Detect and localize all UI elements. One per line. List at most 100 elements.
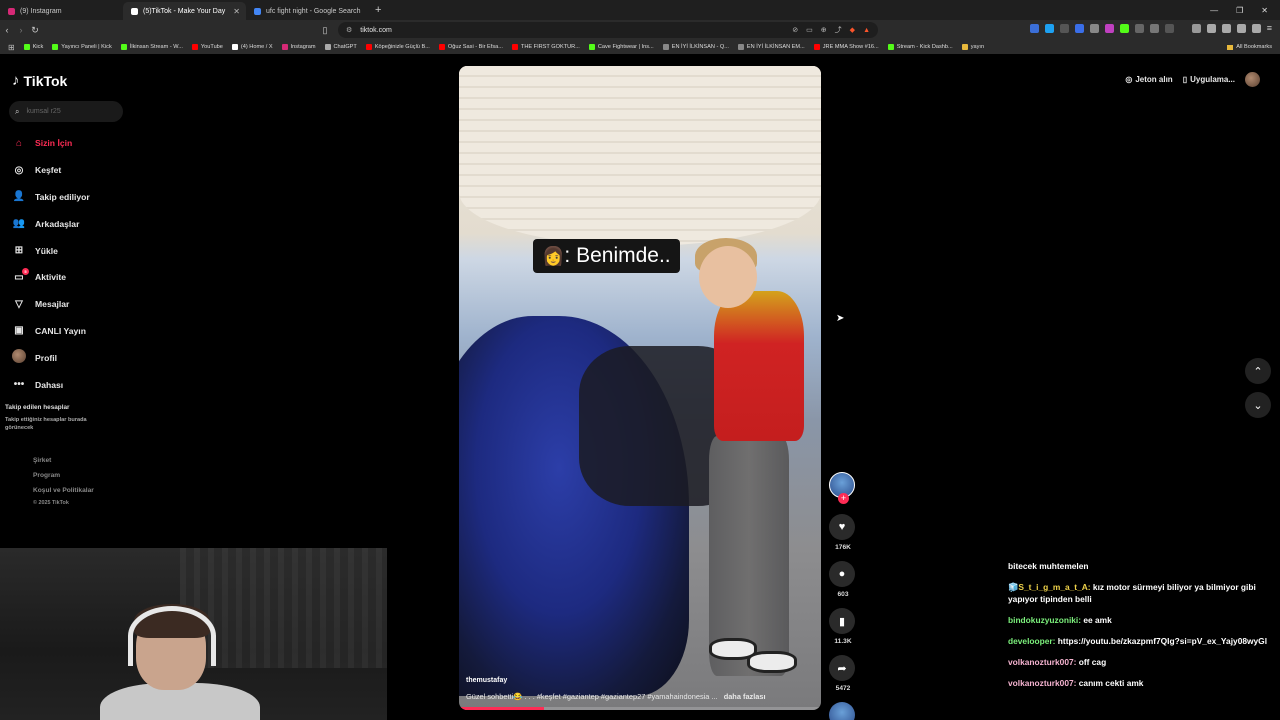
- back-icon[interactable]: ‹: [0, 25, 14, 35]
- comment-button[interactable]: ●: [829, 561, 855, 587]
- site-info-icon[interactable]: ⚙: [346, 26, 352, 34]
- bookmark-item[interactable]: Oğuz Sasi - Bir Efsa...: [438, 44, 503, 50]
- forward-icon[interactable]: ›: [14, 25, 28, 35]
- footer-link-program[interactable]: Program: [33, 468, 94, 483]
- sidebar-item-label: CANLI Yayın: [35, 325, 86, 336]
- get-coins-label: Jeton alın: [1135, 75, 1173, 84]
- share-button[interactable]: ➦: [829, 655, 855, 681]
- extension-icon[interactable]: [1029, 23, 1039, 33]
- chevron-up-icon: ⌃: [1253, 365, 1263, 378]
- bookmark-item[interactable]: JRE MMA Show #16...: [813, 44, 879, 50]
- minimize-icon[interactable]: —: [1210, 6, 1218, 15]
- close-window-icon[interactable]: ✕: [1261, 6, 1268, 15]
- bookmark-item[interactable]: THE FIRST GOKTUR...: [511, 44, 580, 50]
- reload-icon[interactable]: ↻: [28, 25, 42, 36]
- bookmark-item[interactable]: Köpeğinizle Güçlü B...: [365, 44, 430, 50]
- previous-video-button[interactable]: ⌃: [1245, 358, 1271, 384]
- sidebar-item-dahası[interactable]: ••• Dahası: [12, 371, 127, 398]
- bookmark-favicon-icon: [511, 44, 518, 50]
- get-app-button[interactable]: ▯ Uygulama...: [1183, 75, 1235, 84]
- sidebar-item-aktivite[interactable]: ▭ 5 Aktivite: [12, 264, 127, 291]
- sidebar-item-keşfet[interactable]: ◎ Keşfet: [12, 157, 127, 184]
- next-video-button[interactable]: ⌄: [1245, 392, 1271, 418]
- browser-tab[interactable]: (5)TikTok - Make Your Day ✕: [123, 2, 246, 20]
- sidebar-item-canli-yayın[interactable]: ▣ CANLI Yayın: [12, 318, 127, 345]
- bookmark-favicon-icon: [662, 44, 669, 50]
- bookmark-item[interactable]: YouTube: [191, 44, 223, 50]
- bookmark-page-icon[interactable]: ▯: [318, 25, 332, 36]
- tiktok-logo[interactable]: ♪ TikTok: [12, 72, 67, 89]
- chat-username: volkanozturk007:: [1008, 678, 1077, 688]
- share-icon[interactable]: ⤴: [835, 25, 842, 35]
- extension-icon[interactable]: [1104, 23, 1114, 33]
- app-icon: ▯: [1182, 75, 1188, 84]
- video-player[interactable]: 👩 : Benimde.. themustafay Güzel sohbetti…: [459, 66, 821, 710]
- bookmark-item[interactable]: Stream - Kick Dashb...: [887, 44, 953, 50]
- brave-shield-icon[interactable]: ◆: [850, 26, 855, 34]
- author-avatar[interactable]: +: [829, 472, 855, 504]
- bookmark-item[interactable]: Yayıncı Paneli | Kick: [52, 44, 112, 50]
- url-field[interactable]: ⚙ tiktok.com ⊘ ▭ ⊕ ⤴ ◆ ▲: [338, 22, 878, 38]
- like-button[interactable]: ♥: [829, 514, 855, 540]
- bookmark-item[interactable]: Cave Fightwear | Ins...: [588, 44, 654, 50]
- bookmark-favicon-icon: [23, 44, 30, 50]
- leo-icon[interactable]: [1236, 23, 1246, 33]
- video-author[interactable]: themustafay: [466, 677, 507, 684]
- extension-icon[interactable]: [1059, 23, 1069, 33]
- bookmark-item[interactable]: ChatGPT: [324, 44, 357, 50]
- brave-rewards-icon[interactable]: ▲: [863, 27, 870, 34]
- sound-disc[interactable]: [829, 702, 855, 720]
- video-progress-bar[interactable]: [459, 707, 821, 710]
- cast-icon[interactable]: ⊘: [792, 26, 798, 34]
- sidebar-item-label: Arkadaşlar: [35, 218, 80, 229]
- top-right-actions: ◎ Jeton alın ▯ Uygulama...: [1125, 72, 1260, 87]
- bookmark-item[interactable]: Kick: [23, 44, 43, 50]
- zoom-icon[interactable]: ⊕: [821, 26, 827, 34]
- restore-icon[interactable]: ❐: [1236, 6, 1243, 15]
- media-icon[interactable]: [1191, 23, 1201, 33]
- wallet-icon[interactable]: [1221, 23, 1231, 33]
- sidebar-icon[interactable]: [1206, 23, 1216, 33]
- extension-icon[interactable]: [1044, 23, 1054, 33]
- footer-link-company[interactable]: Şirket: [33, 453, 94, 468]
- sidebar-item-label: Takip ediliyor: [35, 191, 90, 202]
- sidebar-item-takip-ediliyor[interactable]: 👤 Takip ediliyor: [12, 184, 127, 211]
- bookmark-item[interactable]: EN İYİ İLKİNSAN EM...: [737, 44, 805, 50]
- more-button[interactable]: daha fazlası: [724, 692, 766, 701]
- all-bookmarks-button[interactable]: All Bookmarks: [1227, 40, 1272, 54]
- footer-link-terms[interactable]: Koşul ve Politikalar: [33, 483, 94, 498]
- bookmark-item[interactable]: Instagram: [281, 44, 316, 50]
- follow-plus-icon[interactable]: +: [838, 493, 849, 504]
- menu-icon[interactable]: ≡: [1267, 23, 1272, 33]
- screenshot-icon[interactable]: ▭: [806, 26, 813, 34]
- bookmark-item[interactable]: İlkinsan Stream - W...: [120, 44, 183, 50]
- bookmark-label: Yayıncı Paneli | Kick: [61, 44, 112, 50]
- apps-icon[interactable]: ⊞: [8, 43, 15, 52]
- get-app-label: Uygulama...: [1190, 75, 1235, 84]
- browser-tab[interactable]: (9) Instagram: [0, 2, 123, 20]
- new-tab-button[interactable]: +: [375, 4, 381, 16]
- video-progress-fill: [459, 707, 545, 710]
- extension-icon[interactable]: [1074, 23, 1084, 33]
- sidebar-item-mesajlar[interactable]: ▽ Mesajlar: [12, 291, 127, 318]
- bookmark-item[interactable]: yayın: [961, 44, 984, 50]
- sidebar-item-arkadaşlar[interactable]: 👥 Arkadaşlar: [12, 210, 127, 237]
- close-tab-icon[interactable]: ✕: [233, 7, 240, 16]
- browser-tab[interactable]: ufc fight night - Google Search: [246, 2, 369, 20]
- extension-icon[interactable]: [1149, 23, 1159, 33]
- extension-icon[interactable]: [1119, 23, 1129, 33]
- sidebar-item-yükle[interactable]: ⊞ Yükle: [12, 237, 127, 264]
- vpn-icon[interactable]: [1251, 23, 1261, 33]
- user-avatar[interactable]: [1245, 72, 1260, 87]
- sidebar-item-profil[interactable]: Profil: [12, 344, 127, 371]
- save-button[interactable]: ▮: [829, 608, 855, 634]
- sidebar-item-sizin-i-çin[interactable]: ⌂ Sizin İçin: [12, 130, 127, 157]
- home-icon: ⌂: [15, 137, 23, 149]
- bookmark-item[interactable]: EN İYİ İLKİNSAN - Q...: [662, 44, 729, 50]
- extension-icon[interactable]: [1089, 23, 1099, 33]
- search-input[interactable]: ⌕ kumsal r25: [9, 101, 123, 122]
- get-coins-button[interactable]: ◎ Jeton alın: [1125, 75, 1172, 84]
- extension-icon[interactable]: [1164, 23, 1174, 33]
- bookmark-item[interactable]: (4) Home / X: [231, 44, 273, 50]
- extension-icon[interactable]: [1134, 23, 1144, 33]
